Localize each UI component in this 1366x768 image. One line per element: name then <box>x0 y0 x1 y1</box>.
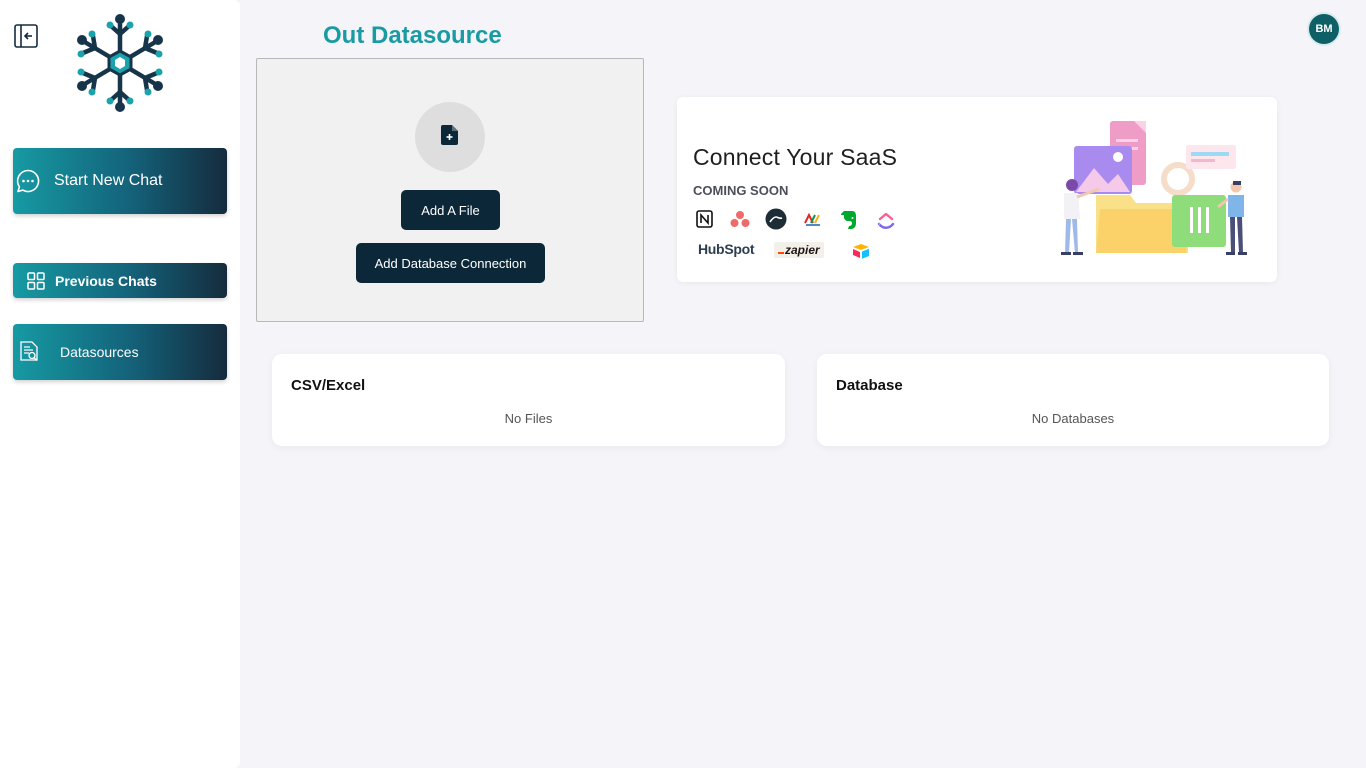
start-new-chat-label: Start New Chat <box>54 172 163 189</box>
clickup-icon <box>876 209 896 231</box>
no-files-text: No Files <box>504 411 553 426</box>
evernote-icon <box>839 208 859 230</box>
asana-icon <box>730 210 750 228</box>
previous-chats-button[interactable]: Previous Chats <box>13 263 227 298</box>
datasources-button[interactable]: Datasources <box>13 324 227 380</box>
collapse-sidebar-icon[interactable] <box>13 23 39 49</box>
start-new-chat-button[interactable]: Start New Chat <box>13 148 227 214</box>
previous-chats-label: Previous Chats <box>55 272 157 289</box>
add-database-connection-button[interactable]: Add Database Connection <box>356 243 545 283</box>
hubspot-logo: HubSpot <box>698 241 755 257</box>
upload-panel: Add A File Add Database Connection <box>256 58 644 322</box>
coming-soon-label: COMING SOON <box>693 183 789 198</box>
page-title: Out Datasource <box>323 22 502 49</box>
zapier-wordmark: zapier <box>785 243 820 257</box>
csv-excel-title: CSV/Excel <box>291 377 366 394</box>
airtable-icon <box>852 243 870 259</box>
no-databases-text: No Databases <box>1031 411 1115 426</box>
chat-bubble-icon <box>14 167 42 195</box>
zapier-underscore <box>778 251 784 254</box>
zoho-icon <box>803 210 823 228</box>
user-avatar[interactable]: BM <box>1309 14 1339 44</box>
database-title: Database <box>836 377 903 394</box>
database-card: Database No Databases <box>817 354 1329 446</box>
grid-icon <box>26 271 46 291</box>
datasources-label: Datasources <box>60 344 139 360</box>
zapier-logo: zapier <box>774 242 824 258</box>
saas-illustration <box>1060 119 1252 259</box>
hubspot-wordmark: HubSpot <box>698 241 755 257</box>
app-logo <box>70 12 170 114</box>
csv-excel-card: CSV/Excel No Files <box>272 354 785 446</box>
basecamp-icon <box>765 208 787 230</box>
notion-icon <box>695 210 713 228</box>
saas-title: Connect Your SaaS <box>693 144 898 170</box>
datasource-document-icon <box>17 340 41 364</box>
upload-icon-circle[interactable] <box>415 102 485 172</box>
add-file-button[interactable]: Add A File <box>401 190 500 230</box>
add-file-icon <box>440 124 460 151</box>
connect-saas-card: Connect Your SaaS COMING SOON HubSpot za… <box>677 97 1277 282</box>
sidebar: Start New Chat Previous Chats Datasource <box>0 0 240 768</box>
